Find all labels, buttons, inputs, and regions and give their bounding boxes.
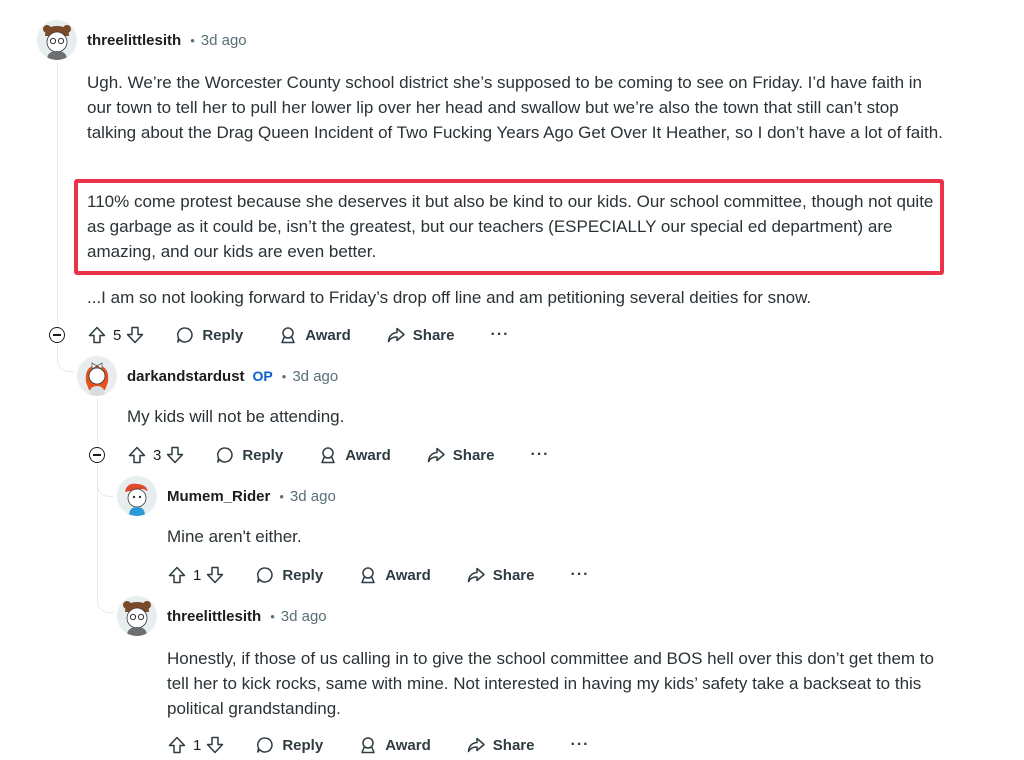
award-icon <box>361 567 375 584</box>
separator-dot: • <box>190 32 195 48</box>
comment-actions: 1 Reply Award Share ··· <box>167 561 589 589</box>
share-button[interactable]: Share <box>386 325 454 345</box>
downvote-icon <box>167 446 184 464</box>
award-button[interactable]: Award <box>278 325 351 345</box>
comment-header: darkandstardust OP • 3d ago <box>77 356 338 396</box>
comment-bubble-icon <box>177 327 194 343</box>
upvote-icon <box>88 326 106 344</box>
comment-bubble-icon <box>257 737 274 753</box>
award-button[interactable]: Award <box>358 565 431 585</box>
comment-actions: 3 Reply Award Share ··· <box>127 441 549 469</box>
comment-bubble-icon <box>217 447 234 463</box>
vote-count: 3 <box>153 446 162 464</box>
more-options-button[interactable]: ··· <box>570 736 589 754</box>
thread-elbow <box>97 480 114 497</box>
username[interactable]: Mumem_Rider <box>167 488 270 505</box>
more-options-button[interactable]: ··· <box>530 446 549 464</box>
comment-actions: 5 Reply Award Share ··· <box>87 321 509 349</box>
share-button[interactable]: Share <box>426 445 494 465</box>
separator-dot: • <box>279 488 284 504</box>
comment-bubble-icon <box>257 567 274 583</box>
upvote-icon <box>168 566 186 584</box>
thread-elbow <box>97 596 114 613</box>
thread-line <box>97 398 98 446</box>
upvote-icon <box>128 446 146 464</box>
vote-count: 1 <box>193 736 202 754</box>
timestamp[interactable]: 3d ago <box>201 32 247 49</box>
comment-actions: 1 Reply Award Share ··· <box>167 731 589 759</box>
timestamp[interactable]: 3d ago <box>281 608 327 625</box>
username[interactable]: darkandstardust <box>127 368 245 385</box>
downvote-icon <box>207 566 224 584</box>
share-button[interactable]: Share <box>466 735 534 755</box>
comment-paragraph: Ugh. We’re the Worcester County school d… <box>87 73 943 142</box>
award-icon <box>361 737 375 754</box>
thread-elbow <box>57 355 74 372</box>
reply-button[interactable]: Reply <box>255 565 323 585</box>
collapse-thread-button[interactable] <box>89 447 105 463</box>
downvote-button[interactable] <box>205 565 225 585</box>
share-icon <box>427 447 445 463</box>
share-icon <box>467 737 485 753</box>
downvote-button[interactable] <box>165 445 185 465</box>
username[interactable]: threelittlesith <box>87 32 181 49</box>
upvote-button[interactable] <box>127 445 147 465</box>
separator-dot: • <box>281 368 287 384</box>
downvote-button[interactable] <box>205 735 225 755</box>
award-button[interactable]: Award <box>358 735 431 755</box>
bear-hat-avatar[interactable] <box>117 596 157 636</box>
reply-button[interactable]: Reply <box>175 325 243 345</box>
award-icon <box>321 447 335 464</box>
upvote-button[interactable] <box>87 325 107 345</box>
more-options-button[interactable]: ··· <box>490 326 509 344</box>
thread-line <box>57 62 58 326</box>
award-button[interactable]: Award <box>318 445 391 465</box>
share-icon <box>387 327 405 343</box>
upvote-icon <box>168 736 186 754</box>
share-button[interactable]: Share <box>466 565 534 585</box>
downvote-icon <box>207 736 224 754</box>
downvote-icon <box>127 326 144 344</box>
pirate-bandana-avatar[interactable] <box>117 476 157 516</box>
vote-count: 1 <box>193 566 202 584</box>
timestamp[interactable]: 3d ago <box>290 488 336 505</box>
upvote-button[interactable] <box>167 735 187 755</box>
vote-count: 5 <box>113 326 122 344</box>
timestamp[interactable]: 3d ago <box>292 368 338 385</box>
upvote-button[interactable] <box>167 565 187 585</box>
separator-dot: • <box>270 608 275 624</box>
downvote-button[interactable] <box>125 325 145 345</box>
bear-hat-avatar[interactable] <box>37 20 77 60</box>
username[interactable]: threelittlesith <box>167 608 261 625</box>
thread-line <box>57 343 58 355</box>
reply-button[interactable]: Reply <box>215 445 283 465</box>
op-badge: OP <box>252 368 273 384</box>
collapse-thread-button[interactable] <box>49 327 65 343</box>
comment-header: Mumem_Rider • 3d ago <box>117 476 336 516</box>
share-icon <box>467 567 485 583</box>
comment-header: threelittlesith • 3d ago <box>37 20 247 60</box>
comment-paragraph: My kids will not be attending. <box>127 407 345 426</box>
comment-paragraph: 110% come protest because she deserves i… <box>87 192 934 261</box>
award-icon <box>281 327 295 344</box>
reply-button[interactable]: Reply <box>255 735 323 755</box>
red-hair-bow-avatar[interactable] <box>77 356 117 396</box>
more-options-button[interactable]: ··· <box>570 566 589 584</box>
comment-header: threelittlesith • 3d ago <box>117 596 327 636</box>
comment-paragraph: ...I am so not looking forward to Friday… <box>87 288 812 307</box>
comment-paragraph: Mine aren't either. <box>167 527 302 546</box>
comment-paragraph: Honestly, if those of us calling in to g… <box>167 649 934 718</box>
